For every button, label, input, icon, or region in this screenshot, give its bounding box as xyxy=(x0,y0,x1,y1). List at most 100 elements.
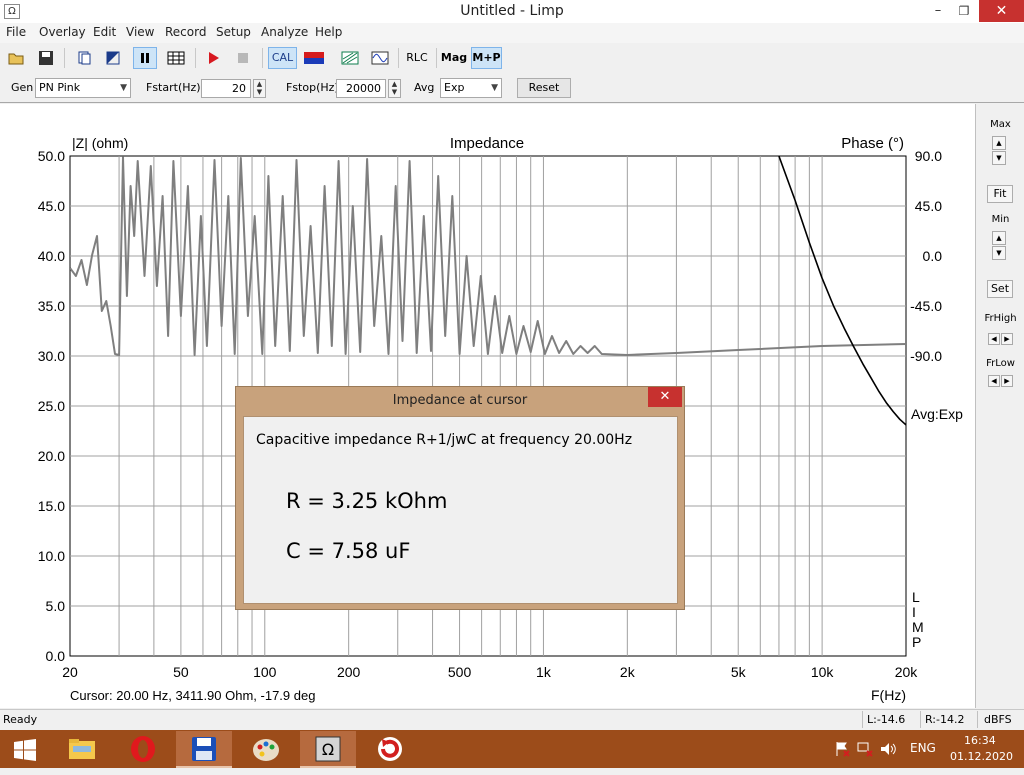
toolbar-separator xyxy=(398,48,399,68)
y-tick-label: 15.0 xyxy=(38,498,65,514)
menu-edit[interactable]: Edit xyxy=(93,25,116,39)
right-level: R:-14.2 xyxy=(925,713,965,726)
cal-button[interactable]: CAL xyxy=(268,47,297,69)
pause-icon[interactable] xyxy=(133,47,157,69)
y-tick-label: 10.0 xyxy=(38,548,65,564)
menu-setup[interactable]: Setup xyxy=(216,25,251,39)
avg-select[interactable]: Exp ▼ xyxy=(440,78,502,98)
file-explorer-icon[interactable] xyxy=(54,731,110,768)
y-tick-label: 20.0 xyxy=(38,448,65,464)
fstart-label: Fstart(Hz) xyxy=(146,81,201,94)
y-tick-label: 35.0 xyxy=(38,298,65,314)
stop-icon[interactable] xyxy=(231,47,255,69)
frlow-left-button[interactable]: ◀ xyxy=(988,375,1000,387)
waveform-icon[interactable] xyxy=(368,47,392,69)
opera-icon[interactable] xyxy=(115,731,171,768)
clock-date[interactable]: 01.12.2020 xyxy=(950,750,1013,763)
status-text: Ready xyxy=(3,713,38,726)
x-axis-label: F(Hz) xyxy=(871,687,906,703)
menu-analyze[interactable]: Analyze xyxy=(261,25,308,39)
x-tick-label: 50 xyxy=(173,664,189,680)
generator-select-value: PN Pink xyxy=(39,81,81,94)
save-disk-icon[interactable] xyxy=(34,47,58,69)
avg-mode-label: Avg:Exp xyxy=(911,406,963,422)
min-up-button[interactable]: ▲ xyxy=(992,231,1006,245)
y2-tick-label: -45.0 xyxy=(910,298,942,314)
y2-tick-label: -90.0 xyxy=(910,348,942,364)
max-up-button[interactable]: ▲ xyxy=(992,136,1006,150)
frlow-right-button[interactable]: ▶ xyxy=(1001,375,1013,387)
start-windows-icon[interactable] xyxy=(0,731,50,768)
max-label: Max xyxy=(990,119,1011,130)
frhigh-right-button[interactable]: ▶ xyxy=(1001,333,1013,345)
menu-record[interactable]: Record xyxy=(165,25,206,39)
dialog-close-button[interactable]: ✕ xyxy=(648,387,682,407)
x-tick-label: 1k xyxy=(536,664,552,680)
close-button[interactable]: ✕ xyxy=(979,0,1024,22)
x-tick-label: 500 xyxy=(448,664,472,680)
watermark-letter: I xyxy=(912,604,916,620)
fstart-spinner[interactable]: ▲ ▼ xyxy=(253,79,266,98)
copy-icon[interactable] xyxy=(72,47,96,69)
language-indicator[interactable]: ENG xyxy=(910,741,936,755)
max-down-button[interactable]: ▼ xyxy=(992,151,1006,165)
impedance-dialog[interactable]: Impedance at cursor ✕ Capacitive impedan… xyxy=(235,386,685,610)
mag-phase-button[interactable]: M+P xyxy=(471,47,502,69)
svg-text:Ω: Ω xyxy=(322,740,334,759)
watermark-letter: L xyxy=(912,589,920,605)
avg-label: Avg xyxy=(414,81,435,94)
fstart-field[interactable]: 20 xyxy=(201,79,251,98)
rlc-button[interactable]: RLC xyxy=(403,47,431,69)
refresh-app-icon[interactable] xyxy=(362,731,418,768)
open-folder-icon[interactable] xyxy=(5,47,29,69)
mag-button[interactable]: Mag xyxy=(440,47,468,69)
dialog-body: Capacitive impedance R+1/jwC at frequenc… xyxy=(243,416,678,604)
minimize-button[interactable]: – xyxy=(924,0,952,22)
y-tick-label: 0.0 xyxy=(46,648,66,664)
reset-button[interactable]: Reset xyxy=(517,78,571,98)
y2-tick-label: 45.0 xyxy=(915,198,942,214)
min-down-button[interactable]: ▼ xyxy=(992,246,1006,260)
y-tick-label: 25.0 xyxy=(38,398,65,414)
menu-view[interactable]: View xyxy=(126,25,154,39)
menu-file[interactable]: File xyxy=(6,25,26,39)
limp-omega-icon[interactable]: Ω xyxy=(300,731,356,768)
resistance-value: R = 3.25 kOhm xyxy=(286,489,448,513)
y-tick-label: 30.0 xyxy=(38,348,65,364)
status-separator xyxy=(862,711,863,728)
network-icon[interactable] xyxy=(857,741,873,760)
clock-time[interactable]: 16:34 xyxy=(964,734,996,747)
toolbar-separator xyxy=(436,48,437,68)
floppy-disk-icon[interactable] xyxy=(176,731,232,768)
y-tick-label: 50.0 xyxy=(38,148,65,164)
flag-notification-icon[interactable] xyxy=(834,741,850,760)
fit-button[interactable]: Fit xyxy=(987,185,1013,203)
frhigh-left-button[interactable]: ◀ xyxy=(988,333,1000,345)
window-title: Untitled - Limp xyxy=(460,3,564,19)
restore-button[interactable]: ❐ xyxy=(950,0,978,22)
spectrum-icon[interactable] xyxy=(338,47,362,69)
color-scheme-icon[interactable] xyxy=(300,47,328,69)
generator-select[interactable]: PN Pink ▼ xyxy=(35,78,131,98)
set-button[interactable]: Set xyxy=(987,280,1013,298)
chevron-down-icon: ▼ xyxy=(491,83,498,93)
right-axis-label: Phase (°) xyxy=(841,135,904,152)
x-tick-label: 200 xyxy=(337,664,361,680)
fstop-spinner[interactable]: ▲ ▼ xyxy=(388,79,401,98)
frhigh-label: FrHigh xyxy=(984,313,1017,324)
menu-overlay[interactable]: Overlay xyxy=(39,25,86,39)
status-separator xyxy=(920,711,921,728)
menu-help[interactable]: Help xyxy=(315,25,342,39)
grid-icon[interactable] xyxy=(164,47,188,69)
play-icon[interactable] xyxy=(201,47,225,69)
overlay-icon[interactable] xyxy=(101,47,125,69)
capacitance-value: C = 7.58 uF xyxy=(286,539,411,563)
x-tick-label: 10k xyxy=(811,664,835,680)
y-tick-label: 45.0 xyxy=(38,198,65,214)
fstop-field[interactable]: 20000 xyxy=(336,79,386,98)
speaker-volume-icon[interactable] xyxy=(880,741,896,760)
cursor-readout: Cursor: 20.00 Hz, 3411.90 Ohm, -17.9 deg xyxy=(70,688,315,703)
frlow-label: FrLow xyxy=(986,358,1015,369)
paint-icon[interactable] xyxy=(238,731,294,768)
chart-title: Impedance xyxy=(450,135,524,152)
